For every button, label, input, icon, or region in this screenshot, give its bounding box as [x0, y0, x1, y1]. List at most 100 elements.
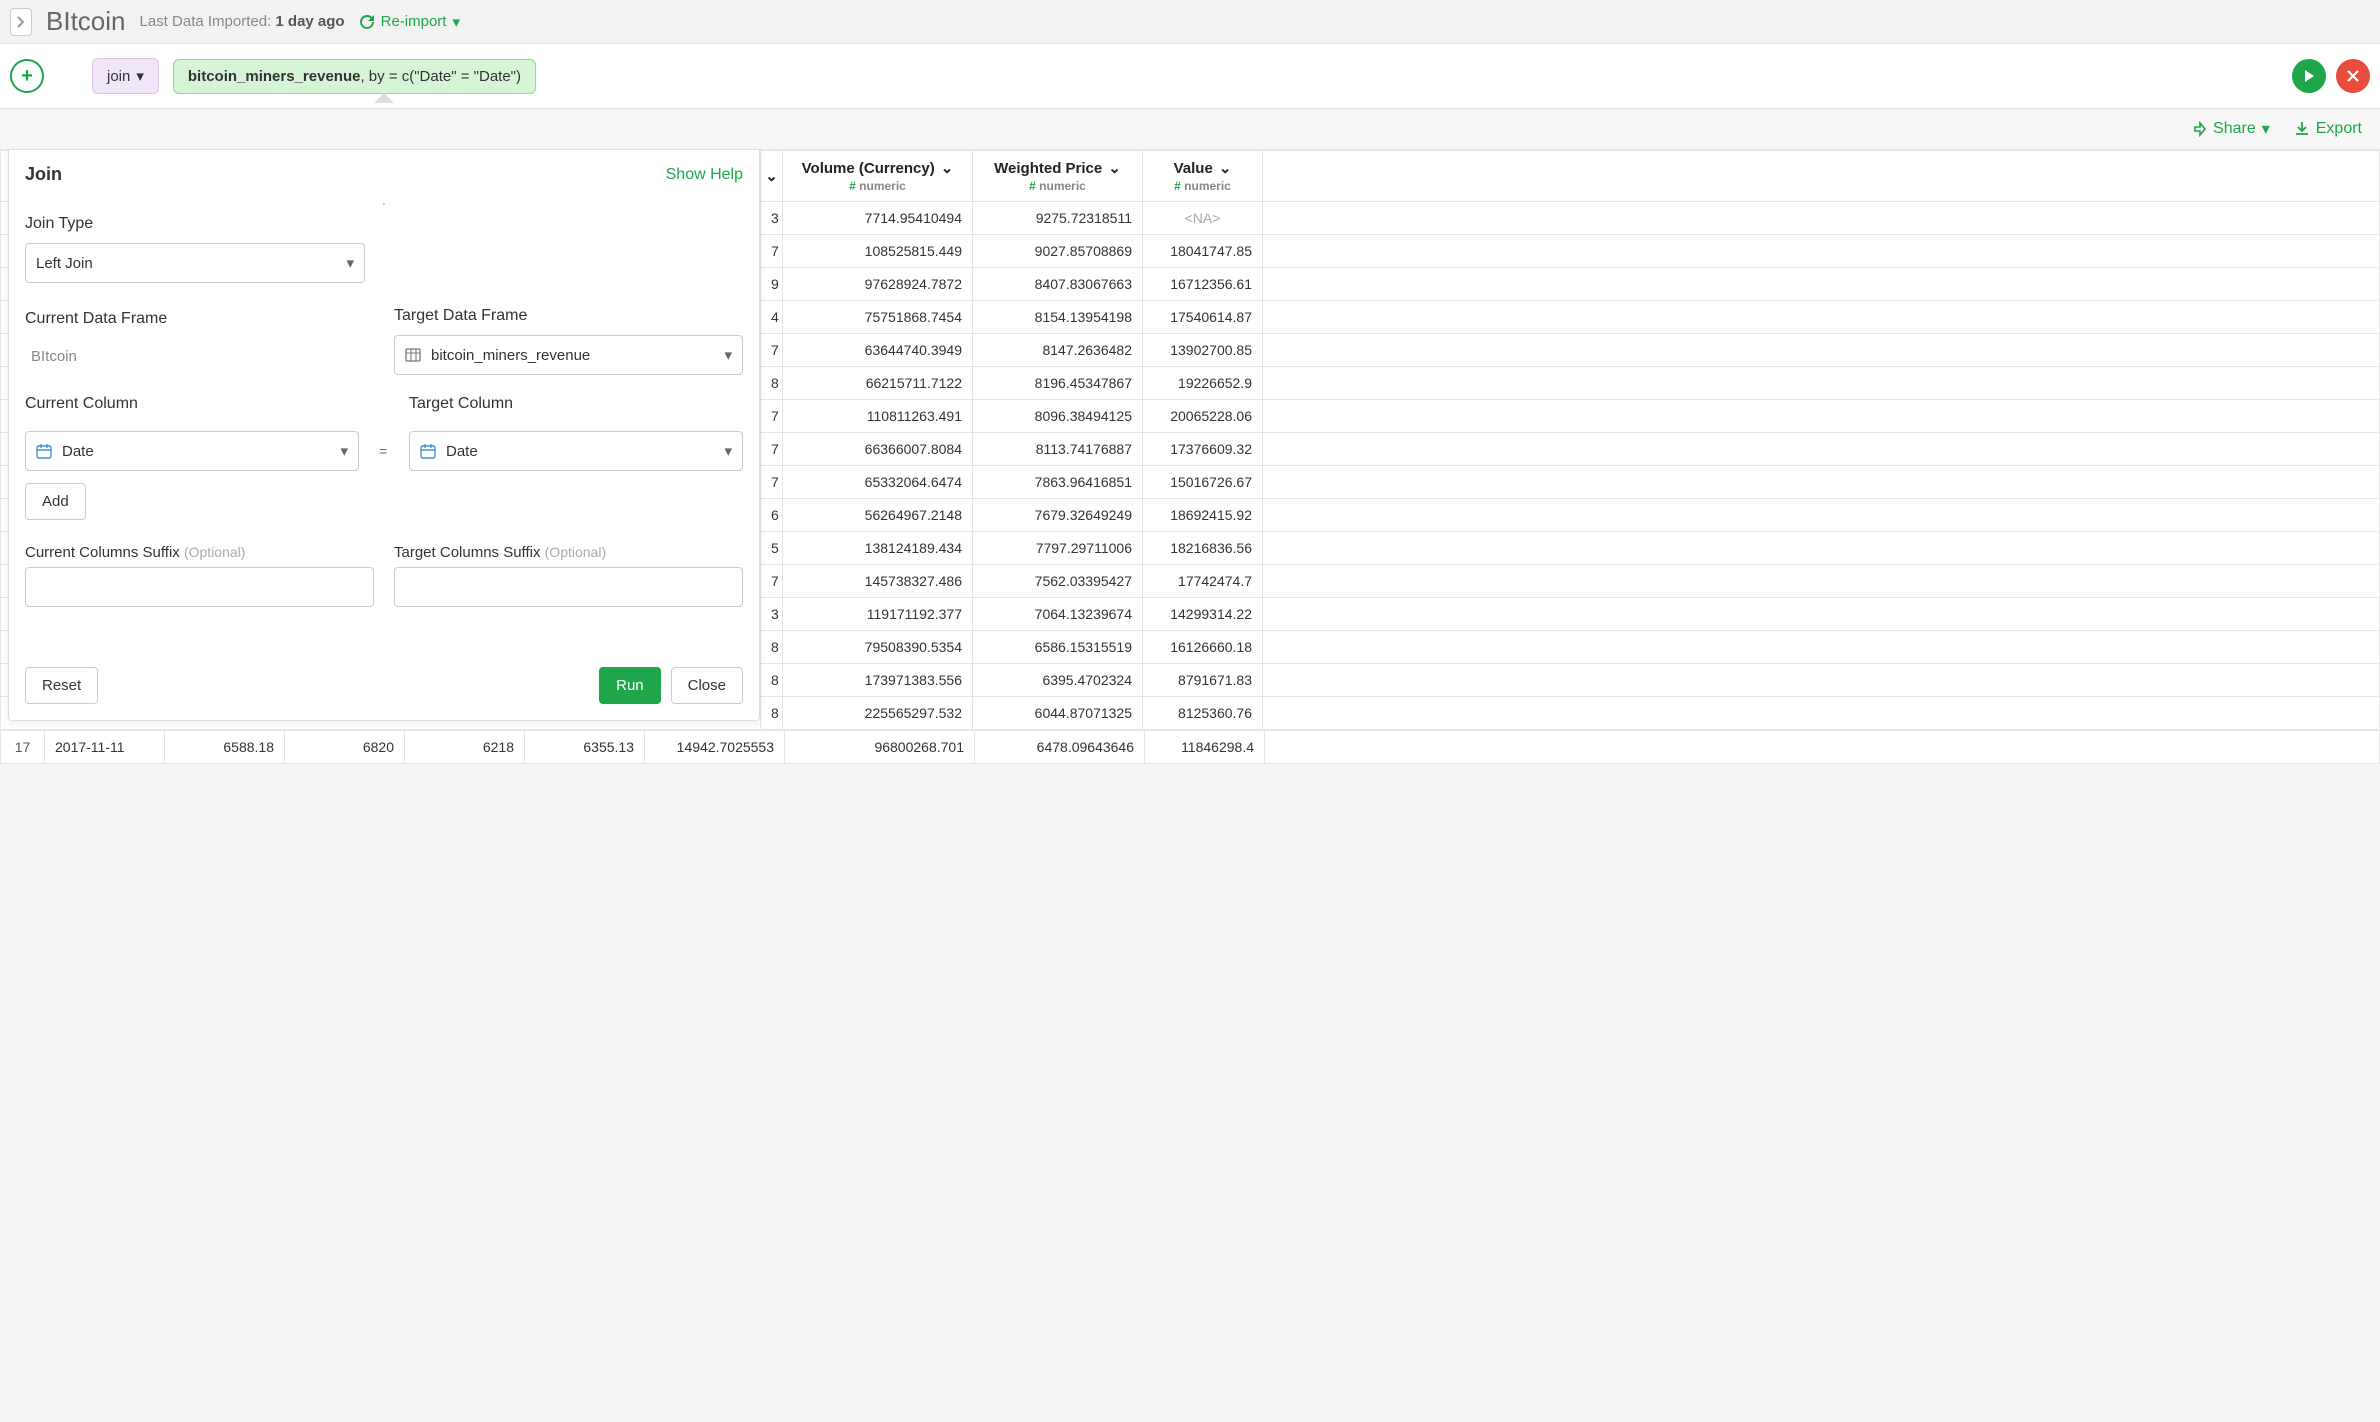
cell: 66366007.8084 [783, 433, 973, 466]
export-label: Export [2316, 120, 2362, 138]
step-row: + join ▾ bitcoin_miners_revenue, by = c(… [0, 44, 2380, 109]
expression-text: bitcoin_miners_revenue, by = c("Date" = … [188, 68, 521, 85]
cell: 7562.03395427 [973, 565, 1143, 598]
reset-button[interactable]: Reset [25, 667, 98, 704]
cell: 75751868.7454 [783, 301, 973, 334]
share-icon [2189, 121, 2207, 137]
close-icon [2347, 70, 2359, 82]
header-bar: BItcoin Last Data Imported: 1 day ago Re… [0, 0, 2380, 44]
cell: 173971383.556 [783, 664, 973, 697]
cell [1263, 268, 2380, 301]
cell: 6820 [285, 731, 405, 764]
action-bar: Share ▾ Export [0, 109, 2380, 150]
table-icon [405, 348, 421, 362]
cell: 56264967.2148 [783, 499, 973, 532]
cell: 20065228.06 [1143, 400, 1263, 433]
target-col-value: Date [446, 443, 478, 460]
run-step-button[interactable] [2292, 59, 2326, 93]
target-suffix-input[interactable] [394, 567, 743, 607]
target-df-label: Target Data Frame [394, 307, 743, 325]
join-pill[interactable]: join ▾ [92, 58, 159, 94]
cell: 108525815.449 [783, 235, 973, 268]
show-help-link[interactable]: Show Help [666, 166, 743, 184]
join-type-select[interactable]: Left Join ▾ [25, 243, 365, 283]
reimport-button[interactable]: Re-import ▾ [359, 13, 460, 31]
cell: <NA> [1143, 202, 1263, 235]
cell: 96800268.701 [785, 731, 975, 764]
cell: 8 [761, 631, 783, 664]
caret-down-icon: ▾ [340, 442, 348, 460]
expand-sidebar-button[interactable] [10, 8, 32, 36]
cell: 6218 [405, 731, 525, 764]
col-header-value[interactable]: Value ⌄ # numeric [1143, 151, 1263, 202]
cell: 18041747.85 [1143, 235, 1263, 268]
calendar-icon [420, 443, 436, 459]
cell [1263, 565, 2380, 598]
cell: 225565297.532 [783, 697, 973, 730]
cell [1263, 499, 2380, 532]
caret-down-icon: ▾ [724, 442, 732, 460]
add-step-button[interactable]: + [10, 59, 44, 93]
cell: 7863.96416851 [973, 466, 1143, 499]
cell: 8196.45347867 [973, 367, 1143, 400]
last-import-prefix: Last Data Imported: [140, 13, 276, 30]
cell: 6588.18 [165, 731, 285, 764]
share-button[interactable]: Share ▾ [2189, 119, 2270, 139]
expression-pill[interactable]: bitcoin_miners_revenue, by = c("Date" = … [173, 59, 536, 94]
target-df-value: bitcoin_miners_revenue [431, 347, 590, 364]
add-column-pair-button[interactable]: Add [25, 483, 86, 520]
cell: 8096.38494125 [973, 400, 1143, 433]
col-header-weighted-price[interactable]: Weighted Price ⌄ # numeric [973, 151, 1143, 202]
cell [1263, 334, 2380, 367]
cell [1263, 466, 2380, 499]
cell [1263, 631, 2380, 664]
cell: 14299314.22 [1143, 598, 1263, 631]
cell: 8 [761, 697, 783, 730]
caret-down-icon: ▾ [136, 67, 144, 85]
play-icon [2302, 69, 2316, 83]
content-area: Join Show Help · Join Type Left Join ▾ C… [0, 150, 2380, 764]
cell: 6586.15315519 [973, 631, 1143, 664]
chevron-down-icon: ⌄ [765, 167, 778, 185]
cell: 63644740.3949 [783, 334, 973, 367]
current-suffix-input[interactable] [25, 567, 374, 607]
cell: 7 [761, 466, 783, 499]
cell: 8 [761, 664, 783, 697]
cell: 8113.74176887 [973, 433, 1143, 466]
cell: 2017-11-11 [45, 731, 165, 764]
join-type-label: Join Type [25, 215, 743, 233]
chevron-right-icon [17, 16, 25, 28]
cell: 8147.2636482 [973, 334, 1143, 367]
cell [1263, 400, 2380, 433]
cell: 66215711.7122 [783, 367, 973, 400]
cell: 6044.87071325 [973, 697, 1143, 730]
cell: 19226652.9 [1143, 367, 1263, 400]
current-col-select[interactable]: Date ▾ [25, 431, 359, 471]
cell: 8 [761, 367, 783, 400]
cell: 8791671.83 [1143, 664, 1263, 697]
cell: 17742474.7 [1143, 565, 1263, 598]
close-button[interactable]: Close [671, 667, 743, 704]
target-col-select[interactable]: Date ▾ [409, 431, 743, 471]
cell: 11846298.4 [1145, 731, 1265, 764]
cell [1263, 697, 2380, 730]
cell: 18692415.92 [1143, 499, 1263, 532]
partial-col-header[interactable]: ⌄ [761, 151, 783, 202]
cell: 3 [761, 598, 783, 631]
export-button[interactable]: Export [2294, 120, 2362, 138]
current-col-label: Current Column [25, 395, 359, 413]
cancel-step-button[interactable] [2336, 59, 2370, 93]
col-header-volume[interactable]: Volume (Currency) ⌄ # numeric [783, 151, 973, 202]
cell: 7714.95410494 [783, 202, 973, 235]
cell: 7797.29711006 [973, 532, 1143, 565]
table-row[interactable]: 17 2017-11-11 6588.18 6820 6218 6355.13 … [1, 731, 2380, 764]
cell [1263, 235, 2380, 268]
chevron-down-icon: ⌄ [1108, 159, 1121, 177]
target-df-select[interactable]: bitcoin_miners_revenue ▾ [394, 335, 743, 375]
bottom-row-table: 17 2017-11-11 6588.18 6820 6218 6355.13 … [0, 730, 2380, 764]
download-icon [2294, 121, 2310, 137]
caret-down-icon: ▾ [452, 13, 460, 31]
run-button[interactable]: Run [599, 667, 661, 704]
expression-rest: , by = c("Date" = "Date") [360, 68, 521, 85]
join-type-value: Left Join [36, 255, 93, 272]
